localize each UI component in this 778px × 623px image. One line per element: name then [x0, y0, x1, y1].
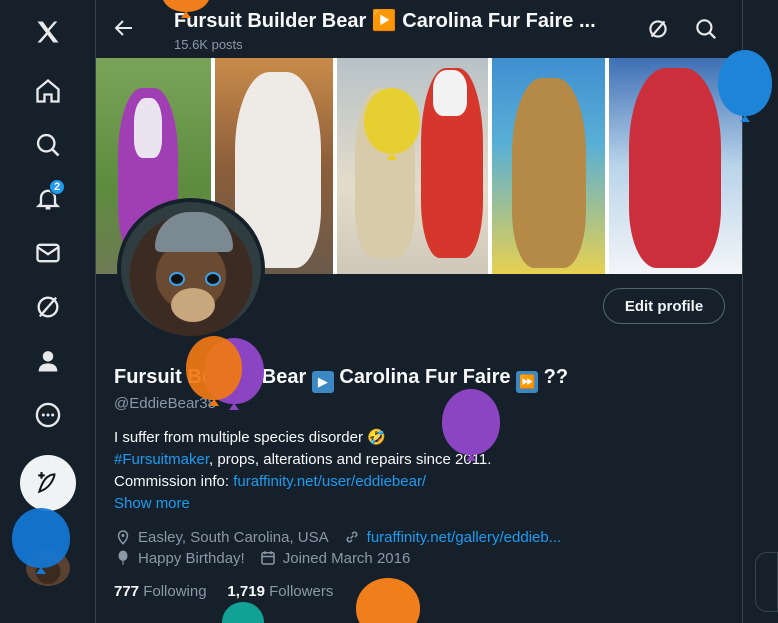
play-emoji-icon: ▶ [311, 371, 334, 393]
header-post-count: 15.6K posts [174, 37, 243, 52]
bio-commission-link[interactable]: furaffinity.net/user/eddiebear/ [233, 473, 426, 490]
header-title: Fursuit Builder Bear ▶️ Carolina Fur Fai… [174, 10, 596, 32]
messages-icon [36, 243, 60, 263]
home-icon [36, 78, 60, 103]
notification-badge: 2 [49, 179, 65, 195]
balloon-yellow [364, 88, 420, 160]
profile-joined: Joined March 2016 [282, 549, 411, 567]
avatar-eye-left [169, 272, 185, 286]
fast-forward-emoji-icon: ⏩ [516, 371, 539, 393]
profile-website-link[interactable]: furaffinity.net/gallery/eddieb... [367, 529, 562, 546]
profile-handle: @EddieBear38 [114, 395, 216, 412]
x-logo[interactable] [22, 6, 74, 58]
search-icon[interactable] [693, 16, 719, 42]
back-arrow-icon[interactable] [112, 16, 136, 40]
follow-stats: 777 Following 1,719 Followers [114, 583, 333, 600]
profile-name: Fursuit Builder Bear ▶ Carolina Fur Fair… [114, 366, 568, 393]
balloon-icon [118, 550, 128, 565]
banner-photo-3 [337, 58, 489, 274]
banner-photo-4 [492, 58, 606, 274]
profile-bio: I suffer from multiple species disorder … [114, 427, 714, 493]
nav-home[interactable] [22, 65, 74, 117]
name-text-3: ?? [538, 366, 569, 388]
followers-label: Followers [269, 583, 334, 600]
nav-explore[interactable] [22, 119, 74, 171]
post-button[interactable] [20, 455, 76, 511]
profile-avatar[interactable] [117, 198, 265, 340]
grok-icon [37, 296, 59, 318]
balloon-orange-1 [186, 336, 242, 406]
profile-column: Fursuit Builder Bear ▶️ Carolina Fur Fai… [96, 0, 743, 623]
profile-icon [38, 351, 58, 372]
profile-location: Easley, South Carolina, USA [138, 528, 329, 546]
bio-line-1: I suffer from multiple species disorder … [114, 429, 386, 446]
avatar-cap [155, 212, 233, 252]
followers-link[interactable]: 1,719 Followers [227, 583, 333, 600]
nav-grok[interactable] [22, 281, 74, 333]
bio-line-3: Commission info: furaffinity.net/user/ed… [114, 471, 714, 493]
calendar-icon [260, 551, 275, 565]
avatar-snout [171, 288, 215, 322]
edit-profile-button[interactable]: Edit profile [603, 288, 725, 324]
search-icon [36, 133, 60, 157]
following-link[interactable]: 777 Following [114, 583, 207, 600]
following-label: Following [143, 583, 207, 600]
grok-icon[interactable] [645, 16, 671, 42]
balloon-purple-2 [442, 389, 500, 461]
name-text-2: Carolina Fur Faire [333, 366, 517, 388]
nav-notifications[interactable]: 2 [22, 173, 74, 225]
balloon-blue-right [718, 50, 772, 122]
location-icon [117, 530, 129, 545]
bio-line-2: #Fursuitmaker, props, alterations and re… [114, 449, 714, 471]
bio-line-3-text: Commission info: [114, 473, 234, 490]
profile-meta-row-1: Easley, South Carolina, USA furaffinity.… [114, 528, 561, 546]
bio-line-2-text: , props, alterations and repairs since 2… [209, 451, 492, 468]
bio-hashtag-link[interactable]: #Fursuitmaker [114, 451, 209, 468]
following-count: 777 [114, 583, 140, 600]
profile-birthday: Happy Birthday! [138, 549, 245, 567]
link-icon [346, 531, 358, 543]
show-more-link[interactable]: Show more [114, 495, 190, 512]
followers-count: 1,719 [227, 583, 265, 600]
nav-profile[interactable] [22, 335, 74, 387]
x-logo-icon [37, 21, 59, 43]
post-icon [37, 472, 56, 494]
more-icon [35, 402, 61, 428]
profile-meta-row-2: Happy Birthday! Joined March 2016 [114, 549, 410, 567]
nav-messages[interactable] [22, 227, 74, 279]
right-panel-edge [755, 552, 778, 612]
nav-more[interactable] [22, 389, 74, 441]
balloon-blue-left [12, 508, 70, 574]
avatar-eye-right [205, 272, 221, 286]
